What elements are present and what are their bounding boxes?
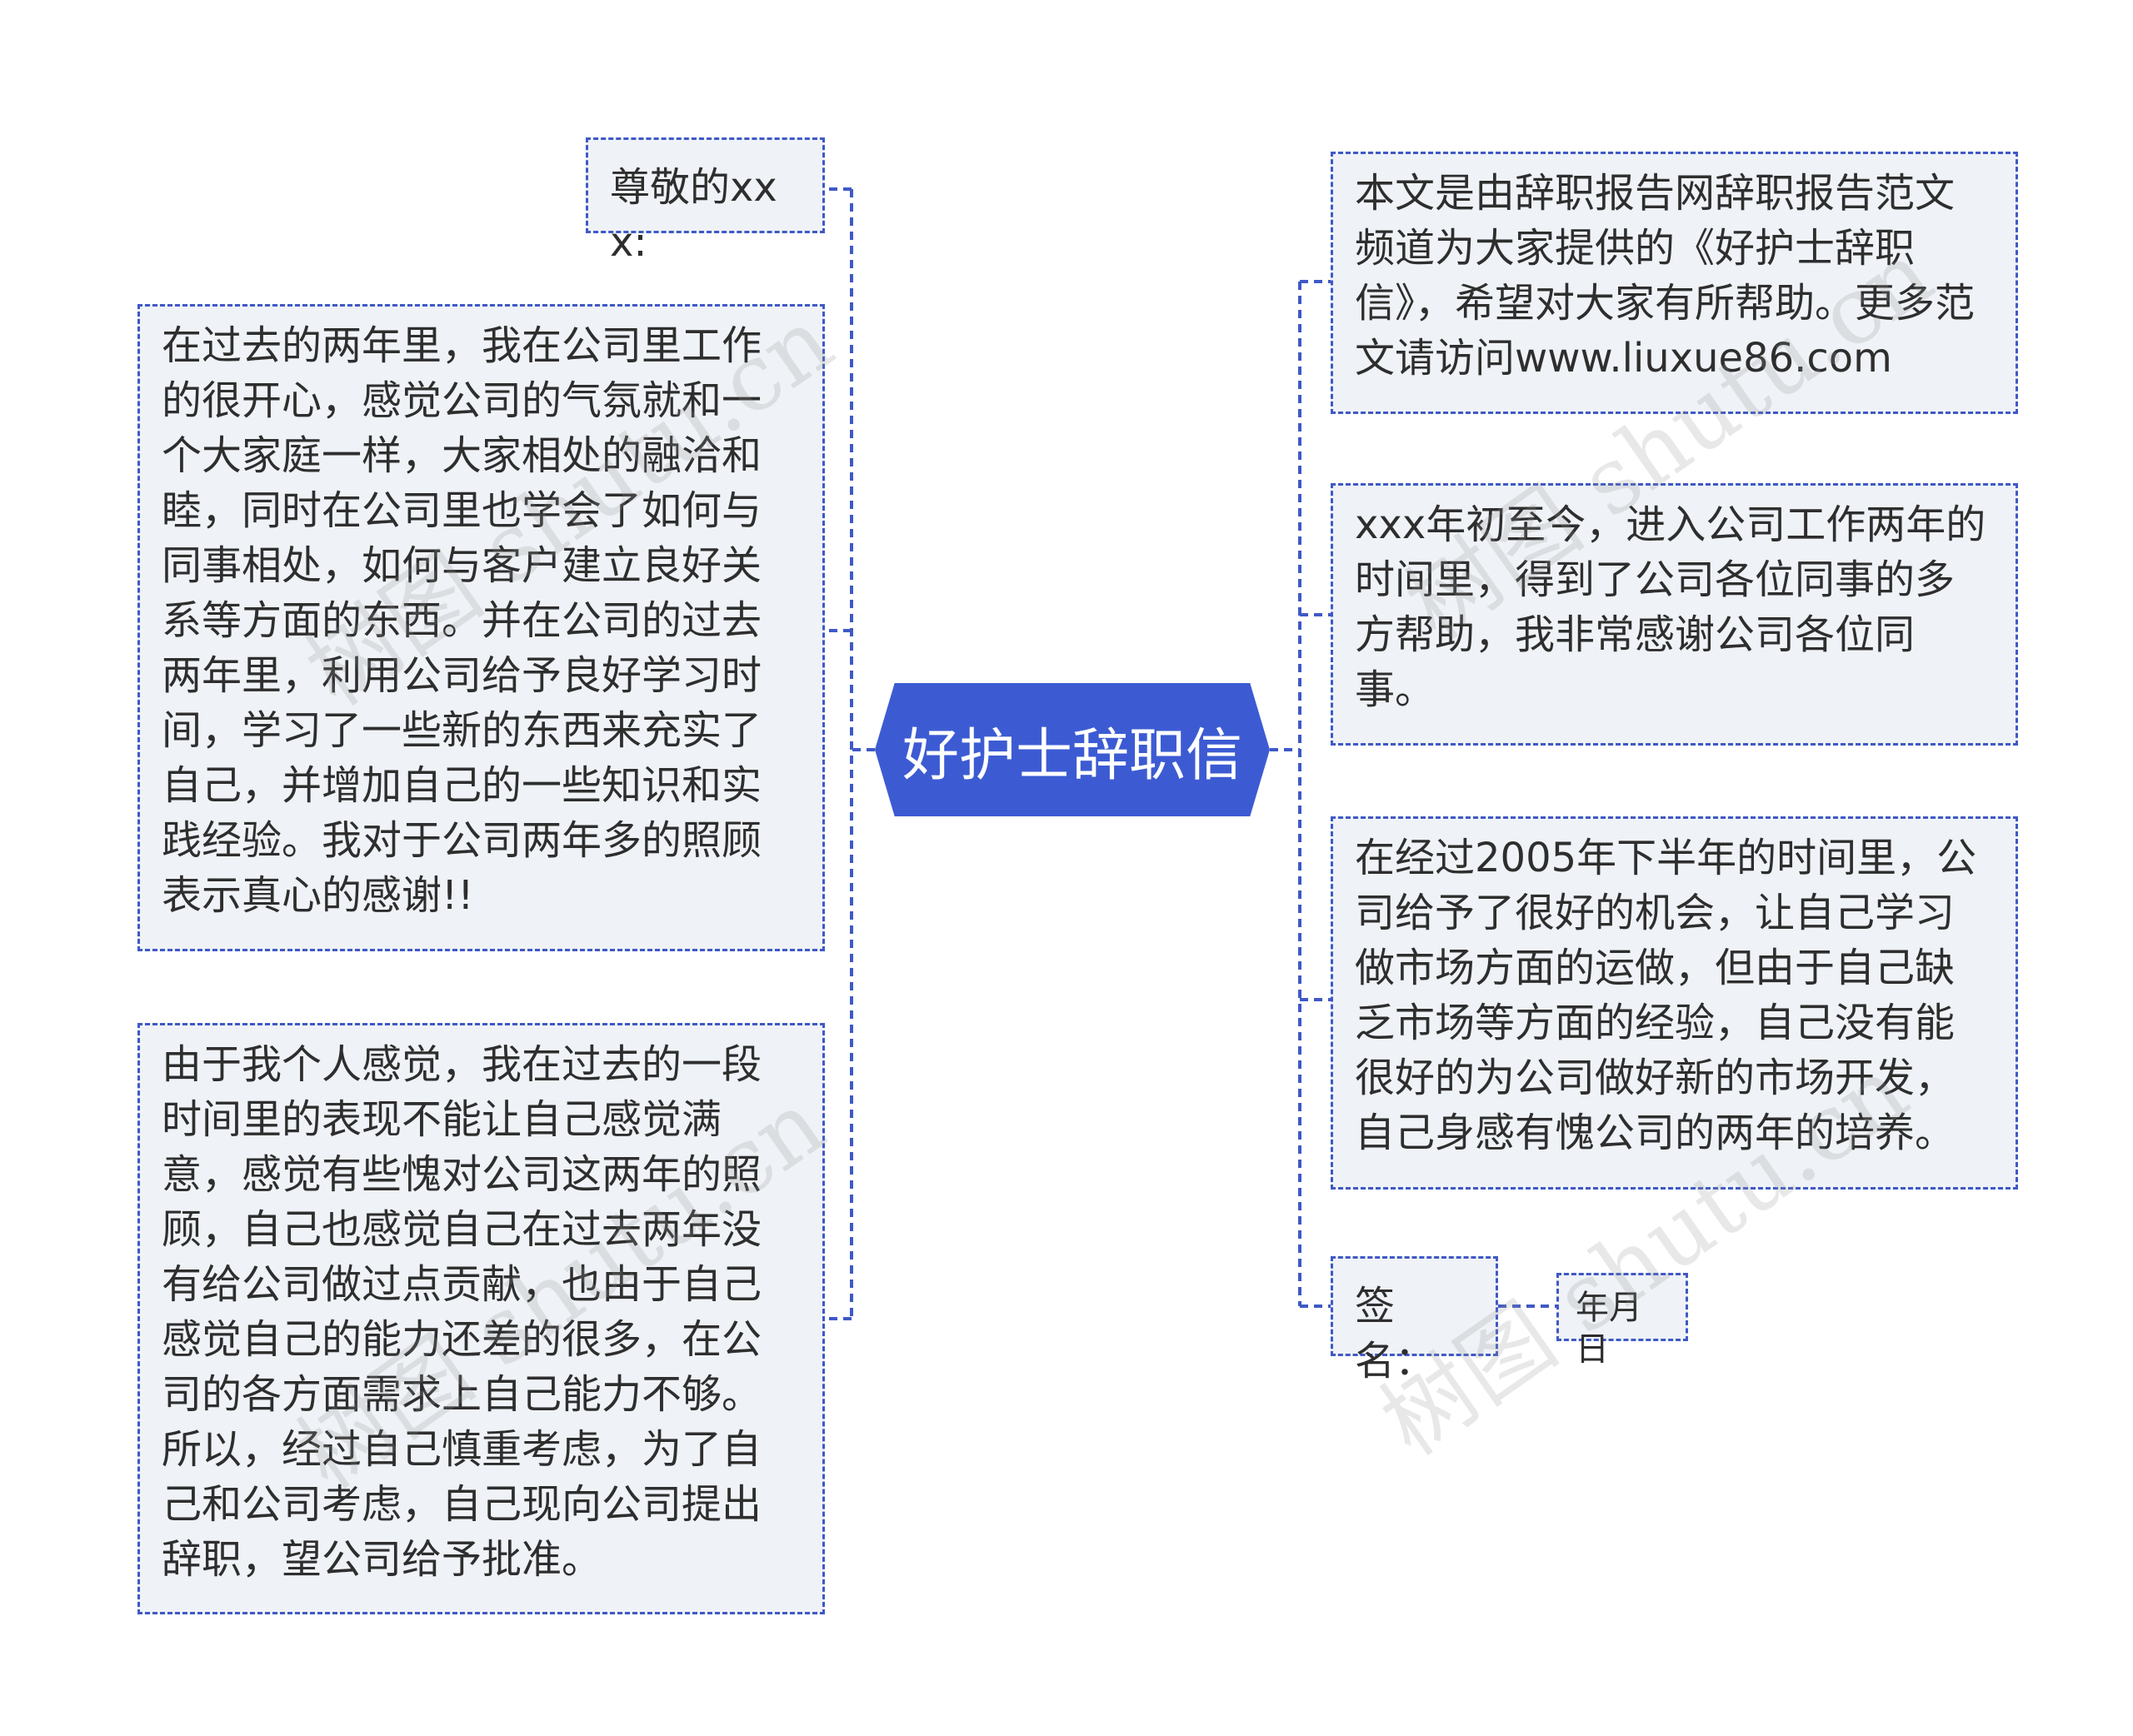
left-node-greeting[interactable]: 尊敬的xxx: <box>586 137 825 266</box>
left-node-gratitude[interactable]: 在过去的两年里，我在公司里工作的很开心，感觉公司的气氛就和一个大家庭一样，大家相… <box>137 304 825 951</box>
root-topic[interactable]: 好护士辞职信 <box>875 683 1270 816</box>
left-node-reason[interactable]: 由于我个人感觉，我在过去的一段时间里的表现不能让自己感觉满意，感觉有些愧对公司这… <box>137 1023 825 1614</box>
right-node-source[interactable]: 本文是由辞职报告网辞职报告范文频道为大家提供的《好护士辞职信》，希望对大家有所帮… <box>1331 152 2018 414</box>
right-node-signature[interactable]: 签名： <box>1331 1256 1498 1384</box>
right-node-thanks[interactable]: xxx年初至今，进入公司工作两年的时间里，得到了公司各位同事的多方帮助，我非常感… <box>1331 483 2018 746</box>
signature-date-node[interactable]: 年月日 <box>1556 1273 1688 1369</box>
right-node-experience[interactable]: 在经过2005年下半年的时间里，公司给予了很好的机会，让自己学习做市场方面的运做… <box>1331 816 2018 1190</box>
